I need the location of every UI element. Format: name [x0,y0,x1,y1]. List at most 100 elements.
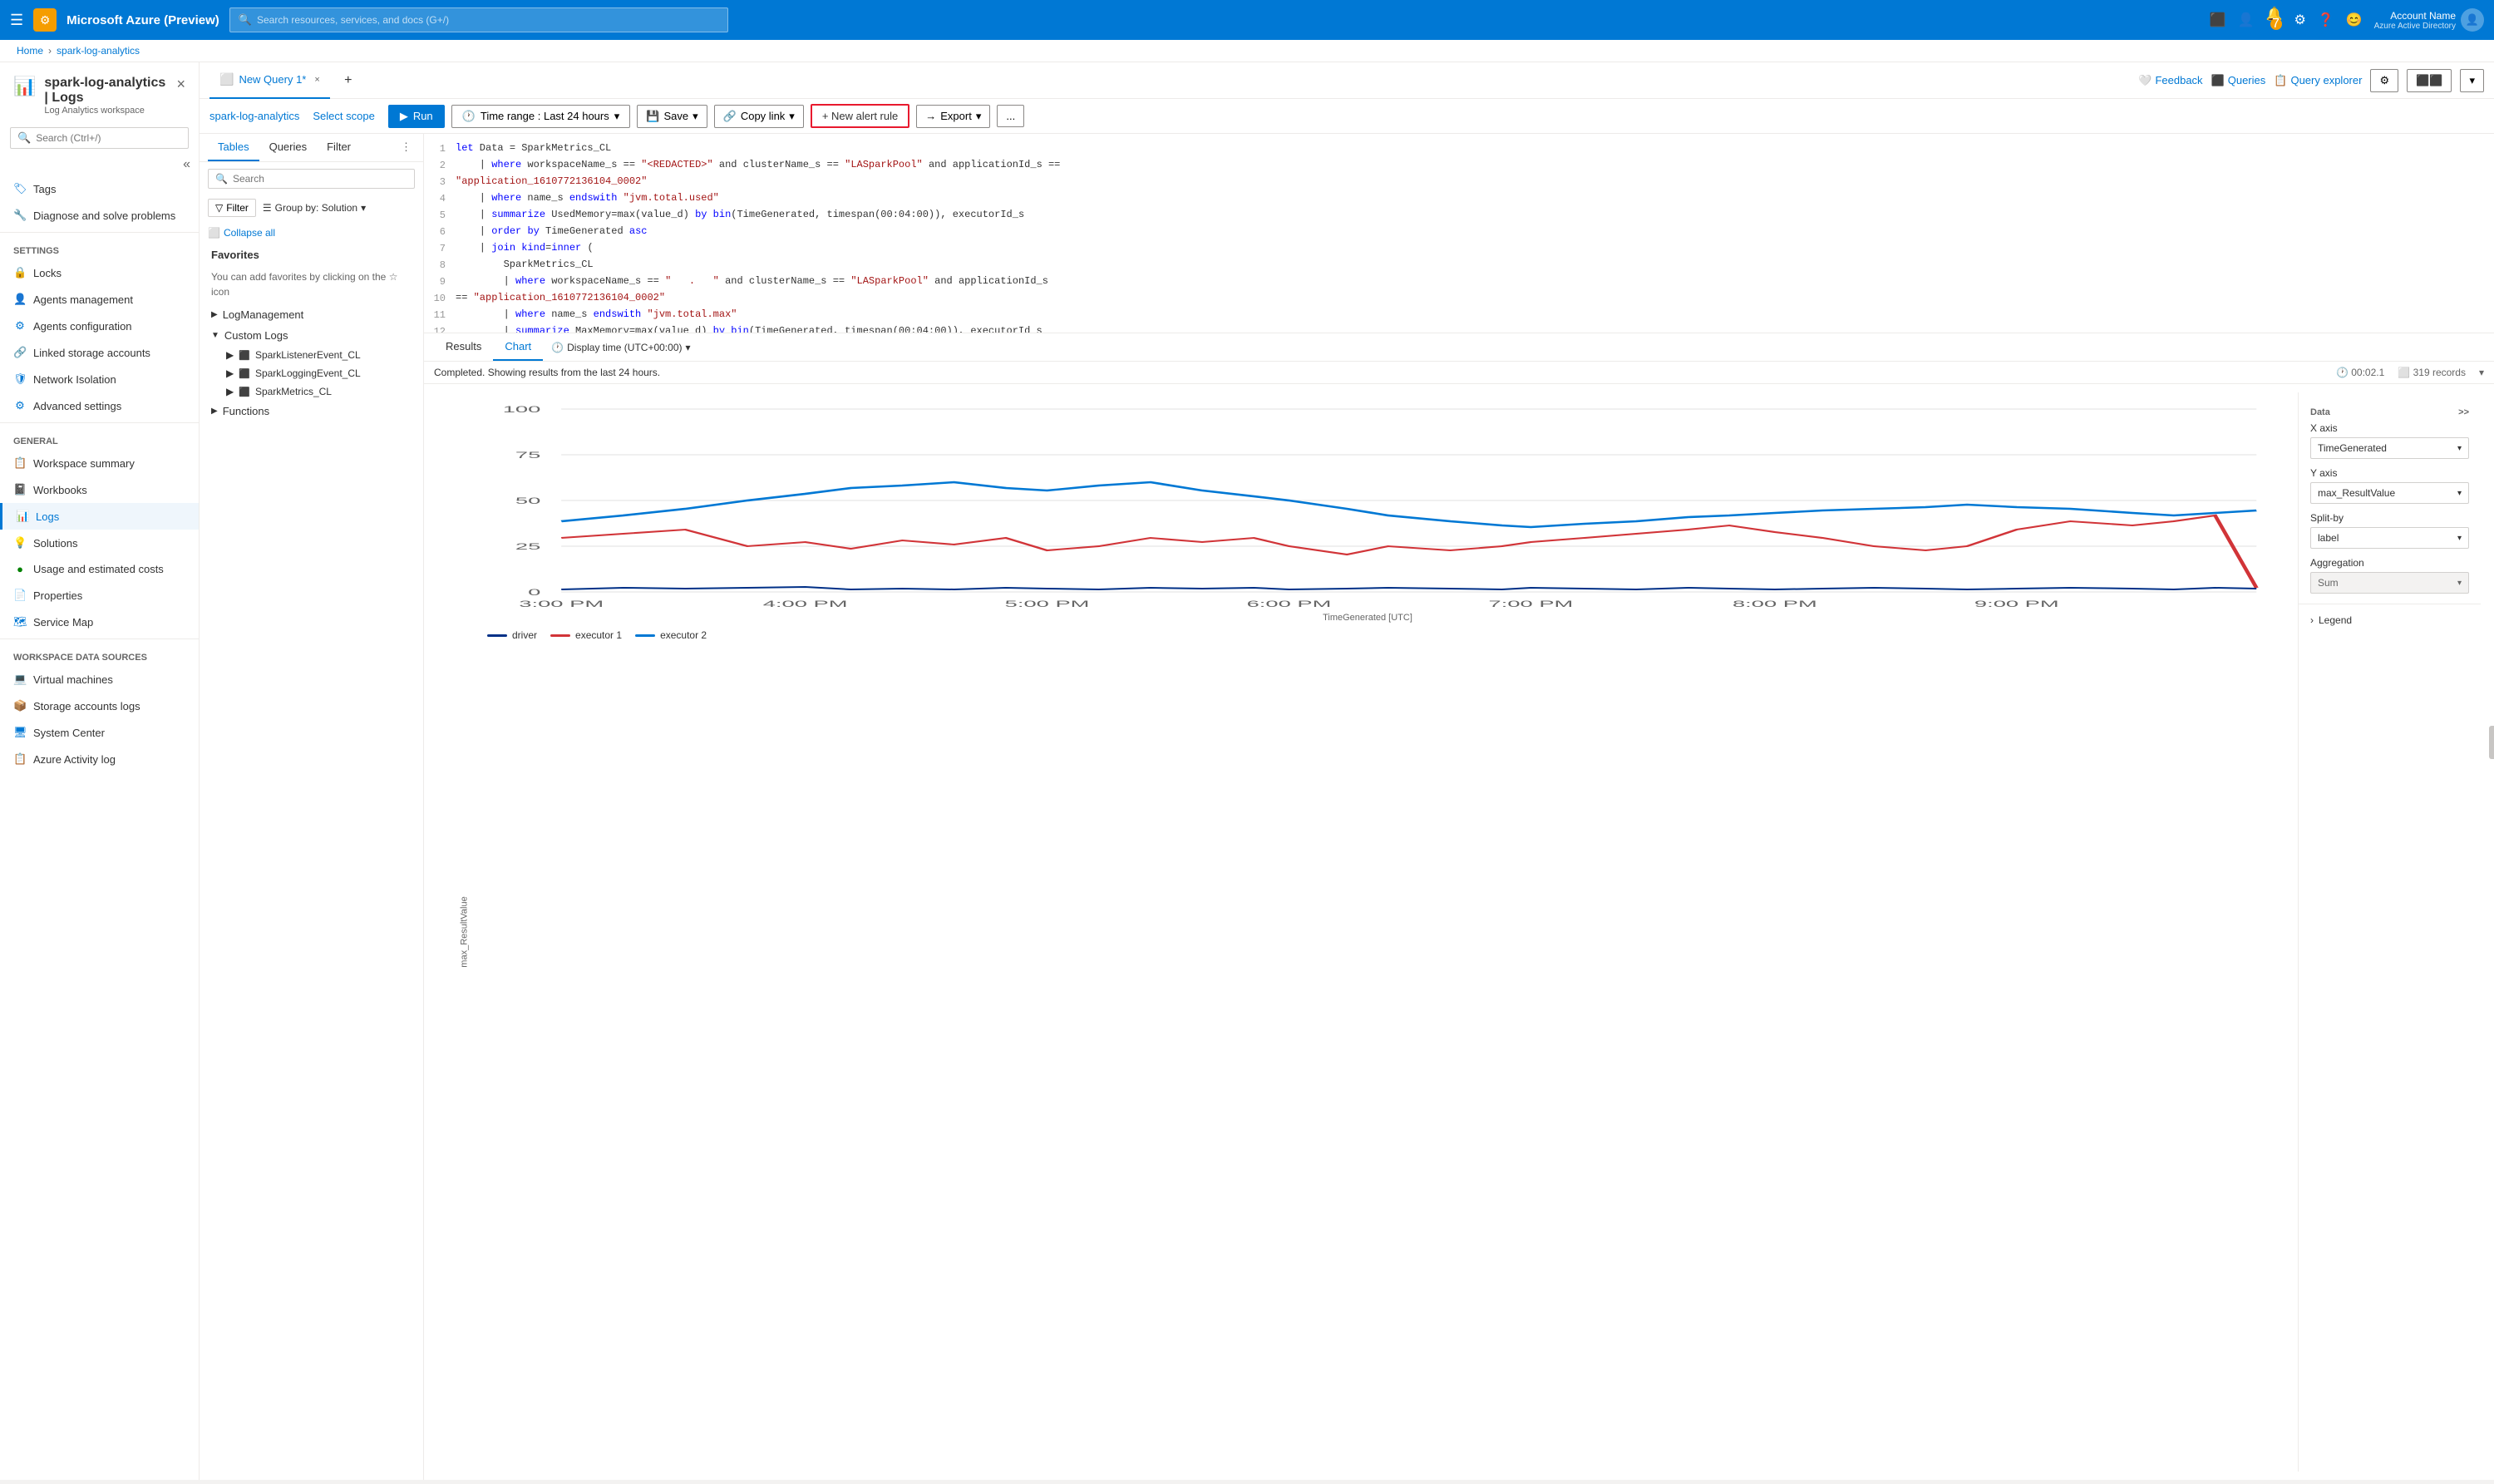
account-menu[interactable]: Account Name Azure Active Directory 👤 [2374,8,2484,32]
legend-driver-label: driver [512,629,537,641]
tree-item-spark-listener[interactable]: ▶ ⬛ SparkListenerEvent_CL [200,346,423,364]
notifications-icon[interactable]: 🔔 7 [2266,6,2283,34]
sidebar-item-tags[interactable]: 🏷 Tags [0,175,199,202]
status-bar: Completed. Showing results from the last… [424,362,2494,384]
left-tab-queries[interactable]: Queries [259,134,318,161]
code-line-5: 5 | summarize UsedMemory=max(value_d) by… [424,209,2494,225]
queries-button[interactable]: ⬛ Queries [2211,74,2266,87]
workspace-icon: 📊 [13,76,36,97]
sidebar-item-network[interactable]: 🛡 Network Isolation [0,366,199,392]
sidebar-item-linked-storage[interactable]: 🔗 Linked storage accounts [0,339,199,366]
settings-icon[interactable]: ⚙ [2294,12,2305,28]
sidebar-item-storage-logs[interactable]: 📦 Storage accounts logs [0,693,199,719]
run-button[interactable]: ▶ Run [388,105,445,128]
query-explorer-button[interactable]: 📋 Query explorer [2274,74,2362,87]
sidebar-item-workspace-summary[interactable]: 📋 Workspace summary [0,450,199,476]
save-button[interactable]: 💾 Save ▾ [637,105,707,128]
breadcrumb-home[interactable]: Home [17,45,43,57]
close-workspace-button[interactable]: × [176,76,185,93]
tree-group-custom-logs[interactable]: ▼ Custom Logs [200,325,423,346]
y-axis-select[interactable]: max_ResultValue ▾ [2310,482,2469,504]
left-search-input[interactable] [233,173,407,185]
sidebar-item-activity-log[interactable]: 📋 Azure Activity log [0,746,199,772]
hamburger-icon[interactable]: ☰ [10,12,23,29]
sidebar-item-agents-mgmt[interactable]: 👤 Agents management [0,286,199,313]
query-tab-1[interactable]: ⬜ New Query 1* × [209,62,330,99]
left-panel-more-icon[interactable]: ⋮ [397,134,415,161]
display-time-button[interactable]: 🕐 Display time (UTC+00:00) ▾ [551,342,690,353]
aggregation-select[interactable]: Sum ▾ [2310,572,2469,594]
network-icon: 🛡 [13,372,27,386]
filter-button[interactable]: ▽ Filter [208,199,256,217]
time-range-button[interactable]: 🕐 Time range : Last 24 hours ▾ [451,105,631,128]
x-axis-select[interactable]: TimeGenerated ▾ [2310,437,2469,459]
feedback-icon[interactable]: 😊 [2346,12,2363,28]
copy-link-button[interactable]: 🔗 Copy link ▾ [714,105,804,128]
left-tab-tables[interactable]: Tables [208,134,259,161]
left-search-icon: 🔍 [215,173,228,185]
layout-button[interactable]: ⬛⬛ [2407,69,2452,92]
sidebar-item-properties[interactable]: 📄 Properties [0,582,199,609]
svg-text:100: 100 [503,405,541,415]
clock-icon-small: 🕐 [551,342,564,353]
tree-item-spark-logging[interactable]: ▶ ⬛ SparkLoggingEvent_CL [200,364,423,382]
sidebar-item-advanced[interactable]: ⚙ Advanced settings [0,392,199,419]
sidebar-item-system-center[interactable]: 🖥 System Center [0,719,199,746]
tree-item-spark-metrics[interactable]: ▶ ⬛ SparkMetrics_CL [200,382,423,401]
sidebar-search[interactable]: 🔍 [10,127,189,149]
sidebar-item-diagnose[interactable]: 🔧 Diagnose and solve problems [0,202,199,229]
left-panel-content: ⬜ Collapse all Favorites You can add fav… [200,220,423,1480]
new-alert-rule-button[interactable]: + New alert rule [811,104,909,128]
linked-storage-icon: 🔗 [13,346,27,359]
clock-icon-2: 🕐 [2336,367,2349,378]
directory-icon[interactable]: 👤 [2238,12,2255,28]
sidebar-item-workbooks[interactable]: 📓 Workbooks [0,476,199,503]
sidebar-item-usage[interactable]: ● Usage and estimated costs [0,556,199,582]
sidebar-search-input[interactable] [36,132,181,144]
results-tab[interactable]: Results [434,333,493,361]
sidebar-item-locks[interactable]: 🔒 Locks [0,259,199,286]
time-range-chevron: ▾ [614,110,620,123]
collapse-results-icon[interactable]: ▾ [2479,367,2484,378]
global-search-bar[interactable]: 🔍 Search resources, services, and docs (… [229,7,728,32]
functions-chevron: ▶ [211,407,218,416]
add-tab-button[interactable]: + [337,69,360,92]
more-button[interactable]: ... [997,105,1024,127]
chart-svg: 100 75 50 25 0 3:00 PM 4:00 PM 5:00 PM 6… [437,392,2298,609]
chart-tab[interactable]: Chart [493,333,543,361]
tree-group-functions[interactable]: ▶ Functions [200,401,423,422]
legend-executor1-color [550,634,570,637]
left-panel-search[interactable]: 🔍 [208,169,415,189]
left-tab-filter[interactable]: Filter [317,134,361,161]
query-tab-close[interactable]: × [314,75,319,85]
line-content-9: | where workspaceName_s == " . " and clu… [454,275,2494,287]
group-chevron: ▾ [361,202,366,214]
feedback-button[interactable]: 🤍 Feedback [2138,74,2202,87]
chevron-down-button[interactable]: ▾ [2460,69,2484,92]
sidebar-collapse-icon[interactable]: « [183,157,190,172]
tree-group-logmanagement[interactable]: ▶ LogManagement [200,304,423,325]
gear-panel-button[interactable]: ⚙ [2370,69,2398,92]
chart-container: max_ResultValue 100 75 50 [424,384,2494,1480]
split-by-select[interactable]: label ▾ [2310,527,2469,549]
cloud-shell-icon[interactable]: ⬛ [2210,12,2226,28]
table-icon-2: ⬛ [239,387,250,397]
help-icon[interactable]: ❓ [2318,12,2334,28]
sidebar-item-logs[interactable]: 📊 Logs [0,503,199,530]
sidebar-item-vms[interactable]: 💻 Virtual machines [0,666,199,693]
select-scope-button[interactable]: Select scope [306,106,381,126]
sidebar-item-solutions[interactable]: 💡 Solutions [0,530,199,556]
status-text: Completed. Showing results from the last… [434,367,660,378]
expand-icon[interactable]: >> [2458,407,2469,417]
sidebar-item-service-map[interactable]: 🗺 Service Map [0,609,199,635]
agents-config-icon: ⚙ [13,319,27,333]
collapse-all-button[interactable]: ⬜ Collapse all [200,224,283,242]
line-number-12: 12 [424,325,454,333]
group-by-button[interactable]: ☰ Group by: Solution ▾ [263,202,366,214]
sidebar-item-agents-config[interactable]: ⚙ Agents configuration [0,313,199,339]
legend-section[interactable]: › Legend [2299,608,2481,633]
code-editor[interactable]: 1let Data = SparkMetrics_CL2 | where wor… [424,134,2494,333]
x-axis-label-rp: X axis [2310,422,2469,434]
export-button[interactable]: → Export ▾ [916,105,990,128]
breadcrumb-workspace[interactable]: spark-log-analytics [57,45,140,57]
